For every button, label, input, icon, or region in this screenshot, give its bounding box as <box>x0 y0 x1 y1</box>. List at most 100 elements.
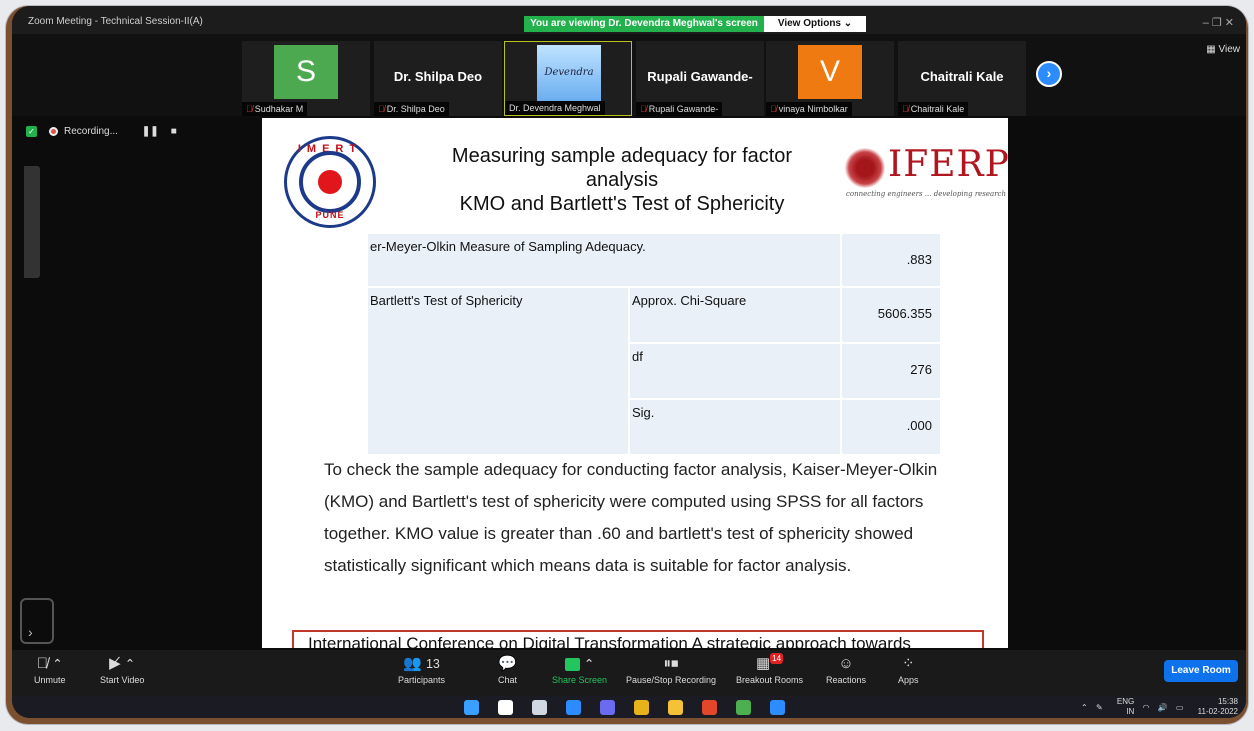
participant-video: Devendra <box>537 45 601 101</box>
breakout-rooms-label: Breakout Rooms <box>736 675 804 685</box>
table-row: df 276 <box>368 344 944 398</box>
volume-icon[interactable]: 🔊 <box>1158 703 1168 712</box>
teams-chat-icon[interactable] <box>600 700 615 715</box>
chevron-up-icon[interactable]: ⌃ <box>1081 703 1088 712</box>
pen-icon[interactable]: ✎ <box>1096 703 1103 712</box>
apps-label: Apps <box>898 675 919 685</box>
iferp-tagline: connecting engineers ... developing rese… <box>846 190 1006 198</box>
language-code: ENG <box>1116 697 1135 706</box>
battery-icon[interactable]: ▭ <box>1176 703 1184 712</box>
slide-title-line: Measuring sample adequacy for factor <box>451 145 793 167</box>
clock-time: 15:38 <box>1217 697 1238 706</box>
table-cell: df <box>630 344 840 398</box>
system-tray: ⌃ ✎ ENG IN ◠ 🔊 ▭ 15:38 11-02-2022 <box>1075 697 1238 717</box>
participant-tile[interactable]: V 🎙̸ vinaya Nimbolkar <box>766 41 894 116</box>
windows-taskbar: ⌃ ✎ ENG IN ◠ 🔊 ▭ 15:38 11-02-2022 <box>12 696 1246 718</box>
participant-tile[interactable]: S 🎙̸ Sudhakar M <box>242 41 370 116</box>
windows-start-icon[interactable] <box>464 700 479 715</box>
slide-title-line: KMO and Bartlett's Test of Sphericity <box>459 193 785 215</box>
table-cell: 5606.355 <box>842 288 940 342</box>
gallery-strip: S 🎙̸ Sudhakar M Dr. Shilpa Deo 🎙̸ Dr. Shil… <box>12 34 1246 116</box>
participant-name: 🎙̸ Chaitrali Kale <box>898 102 969 116</box>
apps-button[interactable]: ⁘ Apps <box>898 653 919 685</box>
apps-icon: ⁘ <box>901 655 915 672</box>
stop-recording-icon[interactable]: ■ <box>171 126 177 137</box>
unmute-button[interactable]: 🎙̸ ⌃ Unmute <box>34 653 66 685</box>
muted-mic-icon: 🎙̸ <box>770 104 777 114</box>
pause-stop-recording-button[interactable]: ⏸⏹ Pause/Stop Recording <box>626 653 716 685</box>
table-cell: er-Meyer-Olkin Measure of Sampling Adequ… <box>368 234 840 286</box>
window-title: Zoom Meeting - Technical Session-II(A) <box>28 16 203 27</box>
video-off-icon: ▶̸ ⌃ <box>109 655 136 672</box>
slide-title-line: analysis <box>585 169 659 191</box>
clock[interactable]: 15:38 11-02-2022 <box>1192 697 1238 717</box>
search-icon[interactable] <box>498 700 513 715</box>
slide-paragraph: To check the sample adequacy for conduct… <box>324 460 938 575</box>
slide-footer: International Conference on Digital Tran… <box>292 630 984 648</box>
participant-tile[interactable]: Chaitrali Kale 🎙̸ Chaitrali Kale <box>898 41 1026 116</box>
iferp-mark <box>844 148 886 188</box>
participant-name-text: vinaya Nimbolkar <box>778 104 848 114</box>
participant-tile-active[interactable]: Devendra Dr. Devendra Meghwal <box>504 41 632 116</box>
participant-display-name: Dr. Shilpa Deo <box>393 69 483 84</box>
wifi-icon[interactable]: ◠ <box>1142 703 1149 712</box>
participant-tile[interactable]: Dr. Shilpa Deo 🎙̸ Dr. Shilpa Deo <box>374 41 502 116</box>
participant-display-name: Rupali Gawande- <box>647 69 753 84</box>
chat-icon: 💬 <box>498 655 517 672</box>
expand-panel-button[interactable]: › <box>20 598 54 644</box>
iferp-brand: IFERP <box>888 144 1008 185</box>
participants-label: Participants <box>398 675 446 685</box>
leave-room-button[interactable]: Leave Room <box>1164 660 1238 682</box>
participant-display-name: Chaitrali Kale <box>920 69 1004 84</box>
chrome-icon[interactable] <box>634 700 649 715</box>
table-cell: .000 <box>842 400 940 454</box>
participant-name-text: Dr. Shilpa Deo <box>386 104 445 114</box>
participant-name: 🎙̸ Dr. Shilpa Deo <box>374 102 449 116</box>
participant-name: Dr. Devendra Meghwal <box>505 101 605 115</box>
language-indicator[interactable]: ENG IN <box>1111 697 1134 717</box>
breakout-rooms-button[interactable]: ▦ 14 Breakout Rooms <box>736 653 803 685</box>
participant-name-text: Sudhakar M <box>254 104 304 114</box>
start-video-button[interactable]: ▶̸ ⌃ Start Video <box>100 653 144 685</box>
reactions-icon: ☺ <box>838 655 854 672</box>
participants-count: 13 <box>425 657 440 671</box>
widgets-icon[interactable] <box>566 700 581 715</box>
reactions-label: Reactions <box>826 675 867 685</box>
table-row: er-Meyer-Olkin Measure of Sampling Adequ… <box>368 234 944 286</box>
recording-bar: ✓ Recording... ❚❚ ■ <box>26 126 177 137</box>
participant-avatar: V <box>798 45 862 99</box>
participant-tile[interactable]: Rupali Gawande- 🎙̸ Rupali Gawande- <box>636 41 764 116</box>
view-label: View <box>1218 44 1241 55</box>
recording-dot-icon <box>49 127 58 136</box>
imert-logo: IMERT PUNE <box>284 136 376 228</box>
share-screen-label: Share Screen <box>552 675 608 685</box>
muted-mic-icon: 🎙̸ <box>640 104 647 114</box>
muted-mic-icon: 🎙̸ <box>378 104 385 114</box>
view-options-button[interactable]: View Options ⌄ <box>764 16 866 32</box>
chrome-profile-icon[interactable] <box>736 700 751 715</box>
chevron-right-icon[interactable]: › <box>1036 61 1062 87</box>
meeting-toolbar: 🎙̸ ⌃ Unmute ▶̸ ⌃ Start Video 👥 13 Partic… <box>12 650 1246 696</box>
participant-name-text: Rupali Gawande- <box>648 104 719 114</box>
breakout-badge: 14 <box>770 653 784 664</box>
breakout-rooms-icon: ▦ 14 <box>755 653 784 672</box>
pause-stop-icon: ⏸⏹ <box>663 655 679 672</box>
clock-date: 11-02-2022 <box>1197 707 1238 717</box>
view-button[interactable]: ▦ View <box>1206 44 1240 55</box>
participants-button[interactable]: 👥 13 Participants <box>398 653 445 685</box>
reactions-button[interactable]: ☺ Reactions <box>826 653 866 685</box>
side-panel-handle[interactable] <box>24 166 40 278</box>
table-cell: .883 <box>842 234 940 286</box>
logo-core <box>318 170 342 194</box>
table-cell: Approx. Chi-Square <box>630 288 840 342</box>
task-view-icon[interactable] <box>532 700 547 715</box>
zoom-icon[interactable] <box>770 700 785 715</box>
window-controls[interactable]: – ❐ ✕ <box>1203 16 1234 29</box>
pause-recording-icon[interactable]: ❚❚ <box>142 126 159 137</box>
file-explorer-icon[interactable] <box>668 700 683 715</box>
share-screen-button[interactable]: ⌃ Share Screen <box>552 653 607 685</box>
participants-icon: 👥 13 <box>403 655 440 672</box>
muted-mic-icon: 🎙̸ <box>902 104 909 114</box>
office-icon[interactable] <box>702 700 717 715</box>
chat-button[interactable]: 💬 Chat <box>498 653 517 685</box>
